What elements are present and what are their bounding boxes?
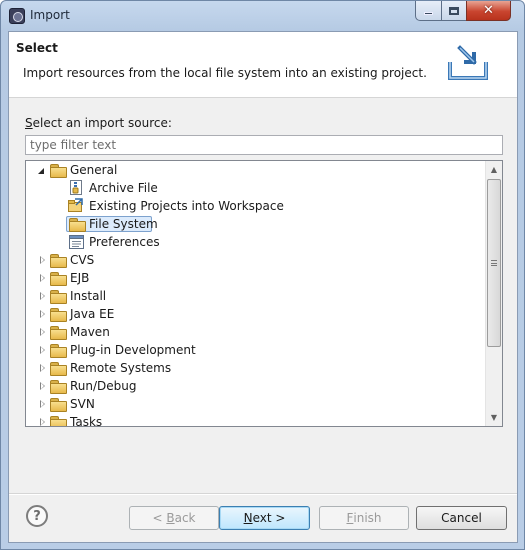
tree-item-cvs[interactable]: CVS bbox=[26, 251, 486, 269]
collapsed-arrow-icon[interactable] bbox=[37, 399, 47, 409]
folder-icon bbox=[50, 416, 67, 426]
scrollbar-grip-icon bbox=[491, 260, 497, 266]
tree-item-label: General bbox=[70, 163, 118, 177]
minimize-button[interactable] bbox=[415, 1, 442, 21]
scroll-up-arrow-icon[interactable]: ▲ bbox=[486, 161, 502, 178]
tree-item-svn[interactable]: SVN bbox=[26, 395, 486, 413]
tree-item-existing-projects[interactable]: Existing Projects into Workspace bbox=[26, 197, 486, 215]
back-button[interactable]: < Back bbox=[129, 506, 219, 530]
tree-item-label: File System bbox=[89, 217, 158, 231]
tree-item-maven[interactable]: Maven bbox=[26, 323, 486, 341]
import-source-label: Select an import source: bbox=[25, 116, 172, 130]
tree-item-label: Java EE bbox=[70, 307, 115, 321]
folder-icon bbox=[50, 362, 67, 376]
title-bar[interactable]: Import ✕ bbox=[1, 1, 524, 31]
tree-item-label: CVS bbox=[70, 253, 95, 267]
folder-icon bbox=[69, 218, 86, 232]
cancel-button[interactable]: Cancel bbox=[416, 506, 507, 530]
tree-item-preferences[interactable]: Preferences bbox=[26, 233, 486, 251]
tree-item-label: Install bbox=[70, 289, 107, 303]
scroll-down-arrow-icon[interactable]: ▼ bbox=[486, 409, 502, 426]
close-icon: ✕ bbox=[483, 3, 494, 18]
import-dialog: Import ✕ Select Import resources from th… bbox=[0, 0, 525, 550]
folder-icon bbox=[50, 308, 67, 322]
back-button-label: ack bbox=[174, 511, 196, 525]
minimize-icon bbox=[424, 12, 433, 15]
folder-icon bbox=[50, 290, 67, 304]
tree-item-install[interactable]: Install bbox=[26, 287, 486, 305]
tree-item-label: Run/Debug bbox=[70, 379, 137, 393]
folder-icon bbox=[50, 344, 67, 358]
tree-item-remote-systems[interactable]: Remote Systems bbox=[26, 359, 486, 377]
tree-item-label: EJB bbox=[70, 271, 90, 285]
maximize-icon bbox=[449, 6, 459, 15]
tree-item-label: Preferences bbox=[89, 235, 160, 249]
collapsed-arrow-icon[interactable] bbox=[37, 345, 47, 355]
folder-icon bbox=[50, 254, 67, 268]
folder-icon bbox=[50, 326, 67, 340]
existing-projects-icon bbox=[68, 198, 83, 212]
collapsed-arrow-icon[interactable] bbox=[37, 327, 47, 337]
tree-item-java-ee[interactable]: Java EE bbox=[26, 305, 486, 323]
tree-item-archive-file[interactable]: Archive File bbox=[26, 179, 486, 197]
tree-item-label: Existing Projects into Workspace bbox=[89, 199, 284, 213]
tree-item-run-debug[interactable]: Run/Debug bbox=[26, 377, 486, 395]
archive-file-icon bbox=[70, 180, 82, 195]
finish-button-label: inish bbox=[353, 511, 382, 525]
tree-item-plugin-development[interactable]: Plug-in Development bbox=[26, 341, 486, 359]
tree-item-label: Plug-in Development bbox=[70, 343, 196, 357]
finish-button[interactable]: Finish bbox=[319, 506, 409, 530]
tree-item-ejb[interactable]: EJB bbox=[26, 269, 486, 287]
import-source-tree[interactable]: General Archive File Existing Projects i… bbox=[25, 160, 503, 427]
folder-icon bbox=[50, 380, 67, 394]
wizard-page-title: Select bbox=[16, 41, 58, 55]
preferences-icon bbox=[69, 235, 84, 249]
tree-item-label: Remote Systems bbox=[70, 361, 172, 375]
tree-item-label: Archive File bbox=[89, 181, 158, 195]
wizard-page-description: Import resources from the local file sys… bbox=[23, 66, 427, 80]
dialog-client-area: Select Import resources from the local f… bbox=[8, 31, 518, 543]
collapsed-arrow-icon[interactable] bbox=[37, 291, 47, 301]
folder-icon bbox=[50, 398, 67, 412]
filter-input[interactable] bbox=[25, 135, 503, 155]
wizard-header: Select Import resources from the local f… bbox=[9, 32, 517, 98]
help-icon: ? bbox=[33, 508, 41, 524]
finish-button-mnemonic: F bbox=[346, 511, 354, 525]
tree-item-label: Tasks bbox=[70, 415, 103, 426]
expanded-arrow-icon[interactable] bbox=[36, 166, 46, 176]
maximize-button[interactable] bbox=[441, 1, 467, 21]
tree-item-file-system[interactable]: File System bbox=[26, 215, 486, 233]
cancel-button-label: Cancel bbox=[441, 511, 482, 525]
next-button-label: ext > bbox=[252, 511, 286, 525]
tree-item-tasks[interactable]: Tasks bbox=[26, 413, 486, 426]
window-title: Import bbox=[30, 8, 70, 22]
import-banner-icon bbox=[448, 45, 488, 80]
tree-item-label: SVN bbox=[70, 397, 95, 411]
import-source-mnemonic: S bbox=[25, 116, 33, 130]
import-source-label-text: elect an import source: bbox=[32, 116, 172, 130]
footer-divider bbox=[9, 493, 517, 495]
tree-item-general[interactable]: General bbox=[26, 161, 486, 179]
scrollbar-thumb[interactable] bbox=[487, 179, 501, 347]
tree-content: General Archive File Existing Projects i… bbox=[26, 161, 486, 426]
folder-icon bbox=[50, 164, 67, 178]
vertical-scrollbar[interactable]: ▲ ▼ bbox=[485, 161, 502, 426]
folder-icon bbox=[50, 272, 67, 286]
collapsed-arrow-icon[interactable] bbox=[37, 381, 47, 391]
back-button-mnemonic: B bbox=[166, 511, 175, 525]
back-button-prefix: < bbox=[152, 511, 167, 525]
collapsed-arrow-icon[interactable] bbox=[37, 273, 47, 283]
close-button[interactable]: ✕ bbox=[466, 1, 511, 21]
collapsed-arrow-icon[interactable] bbox=[37, 255, 47, 265]
collapsed-arrow-icon[interactable] bbox=[37, 417, 47, 426]
help-button[interactable]: ? bbox=[26, 505, 48, 527]
next-button[interactable]: Next > bbox=[219, 506, 310, 530]
tree-item-label: Maven bbox=[70, 325, 110, 339]
collapsed-arrow-icon[interactable] bbox=[37, 309, 47, 319]
eclipse-app-icon bbox=[9, 8, 25, 24]
collapsed-arrow-icon[interactable] bbox=[37, 363, 47, 373]
next-button-mnemonic: N bbox=[243, 511, 253, 525]
